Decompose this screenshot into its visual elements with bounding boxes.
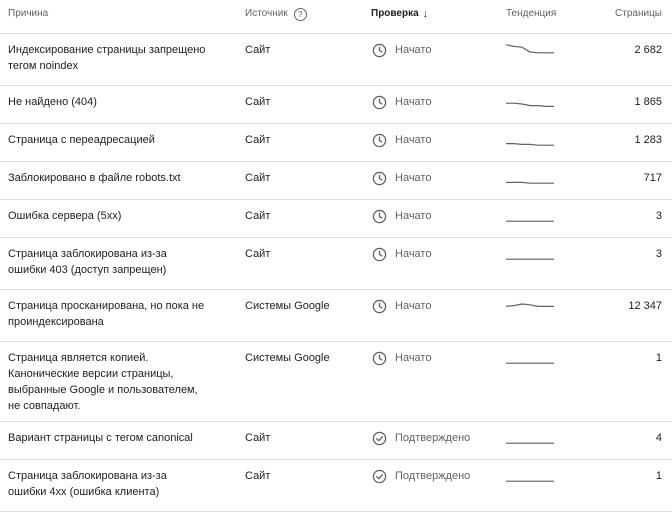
reason-text: Ошибка сервера (5xx) [8, 210, 122, 222]
pages-count: 1 [655, 352, 662, 364]
table-header: Причина Источник ? Проверка ↓ Тенденция … [0, 0, 672, 34]
reason-text: Страница просканирована, но пока не прои… [8, 300, 205, 328]
check-status: Начато [372, 350, 431, 366]
table-row[interactable]: Страница просканирована, но пока не прои… [0, 290, 672, 342]
check-status: Начато [372, 246, 431, 262]
check-status: Начато [372, 94, 431, 110]
pages-count: 12 347 [628, 300, 662, 312]
trend-sparkline [506, 248, 554, 269]
source-text: Сайт [245, 172, 271, 184]
status-label: Начато [395, 172, 432, 184]
status-label: Начато [395, 210, 432, 222]
table-row[interactable]: Не найдено (404) Сайт Начато 1 865 [0, 86, 672, 124]
help-icon[interactable]: ? [293, 7, 307, 21]
clock-icon [372, 43, 387, 58]
column-header-trend: Тенденция [506, 8, 557, 19]
source-text: Сайт [245, 44, 271, 56]
reason-text: Заблокировано в файле robots.txt [8, 172, 181, 184]
trend-sparkline [506, 432, 554, 453]
check-status: Начато [372, 132, 431, 148]
reason-text: Не найдено (404) [8, 96, 97, 108]
table-row[interactable]: Страница является копией. Канонические в… [0, 342, 672, 422]
status-label: Подтверждено [395, 432, 471, 444]
status-label: Начато [395, 134, 432, 146]
reason-text: Индексирование страницы запрещено тегом … [8, 44, 206, 72]
pages-count: 717 [643, 172, 662, 184]
pages-count: 3 [655, 248, 662, 260]
table-row[interactable]: Ошибка сервера (5xx) Сайт Начато 3 [0, 200, 672, 238]
source-text: Сайт [245, 134, 271, 146]
clock-icon [372, 351, 387, 366]
reason-text: Страница с переадресацией [8, 134, 155, 146]
source-text: Сайт [245, 96, 271, 108]
trend-sparkline [505, 44, 554, 65]
column-header-source-label: Источник [245, 8, 288, 19]
status-label: Начато [395, 352, 432, 364]
status-label: Начато [395, 96, 432, 108]
source-text: Сайт [245, 248, 271, 260]
pages-count: 4 [655, 432, 662, 444]
status-label: Подтверждено [395, 470, 471, 482]
reason-text: Страница заблокирована из-за ошибки 403 … [8, 248, 167, 276]
column-header-source: Источник ? [245, 6, 307, 22]
table-row[interactable]: Страница с переадресацией Сайт Начато 1 283 [0, 124, 672, 162]
source-text: Системы Google [245, 300, 330, 312]
trend-sparkline [506, 172, 554, 193]
pages-count: 1 [655, 470, 662, 482]
status-label: Начато [395, 300, 432, 312]
clock-icon [372, 247, 387, 262]
table-row[interactable]: Страница заблокирована из-за ошибки 4xx … [0, 460, 672, 512]
table-row[interactable]: Заблокировано в файле robots.txt Сайт Нача… [0, 162, 672, 200]
source-text: Сайт [245, 210, 271, 222]
trend-sparkline [506, 470, 554, 491]
reason-text: Страница является копией. Канонические в… [8, 352, 198, 412]
column-header-check[interactable]: Проверка ↓ [371, 6, 428, 22]
pages-count: 1 865 [634, 96, 662, 108]
check-circle-icon [372, 469, 387, 484]
trend-sparkline [506, 134, 554, 155]
clock-icon [372, 209, 387, 224]
clock-icon [372, 95, 387, 110]
source-text: Сайт [245, 470, 271, 482]
table-row[interactable]: Индексирование страницы запрещено тегом … [0, 34, 672, 86]
clock-icon [372, 133, 387, 148]
clock-icon [372, 299, 387, 314]
trend-sparkline [506, 352, 554, 373]
trend-sparkline [506, 96, 554, 117]
pages-count: 1 283 [634, 134, 662, 146]
trend-sparkline [506, 210, 554, 231]
table-body: Индексирование страницы запрещено тегом … [0, 34, 672, 512]
check-status: Начато [372, 170, 431, 186]
table-row[interactable]: Вариант страницы с тегом canonical Сайт По… [0, 422, 672, 460]
source-text: Системы Google [245, 352, 330, 364]
source-text: Сайт [245, 432, 271, 444]
reason-text: Страница заблокирована из-за ошибки 4xx … [8, 470, 167, 498]
trend-sparkline [505, 300, 554, 321]
check-status: Подтверждено [372, 430, 470, 446]
table-row[interactable]: Страница заблокирована из-за ошибки 403 … [0, 238, 672, 290]
check-status: Начато [372, 208, 431, 224]
column-header-check-label: Проверка [371, 8, 419, 19]
column-header-reason: Причина [8, 8, 49, 19]
sort-arrow-down-icon: ↓ [422, 8, 429, 20]
check-status: Начато [372, 298, 431, 314]
check-status: Подтверждено [372, 468, 470, 484]
pages-count: 2 682 [634, 44, 662, 56]
check-status: Начато [372, 42, 431, 58]
column-header-pages: Страницы [615, 8, 662, 19]
status-label: Начато [395, 248, 432, 260]
check-circle-icon [372, 431, 387, 446]
pages-count: 3 [655, 210, 662, 222]
reason-text: Вариант страницы с тегом canonical [8, 432, 193, 444]
clock-icon [372, 171, 387, 186]
status-label: Начато [395, 44, 432, 56]
issues-table: Причина Источник ? Проверка ↓ Тенденция … [0, 0, 672, 512]
